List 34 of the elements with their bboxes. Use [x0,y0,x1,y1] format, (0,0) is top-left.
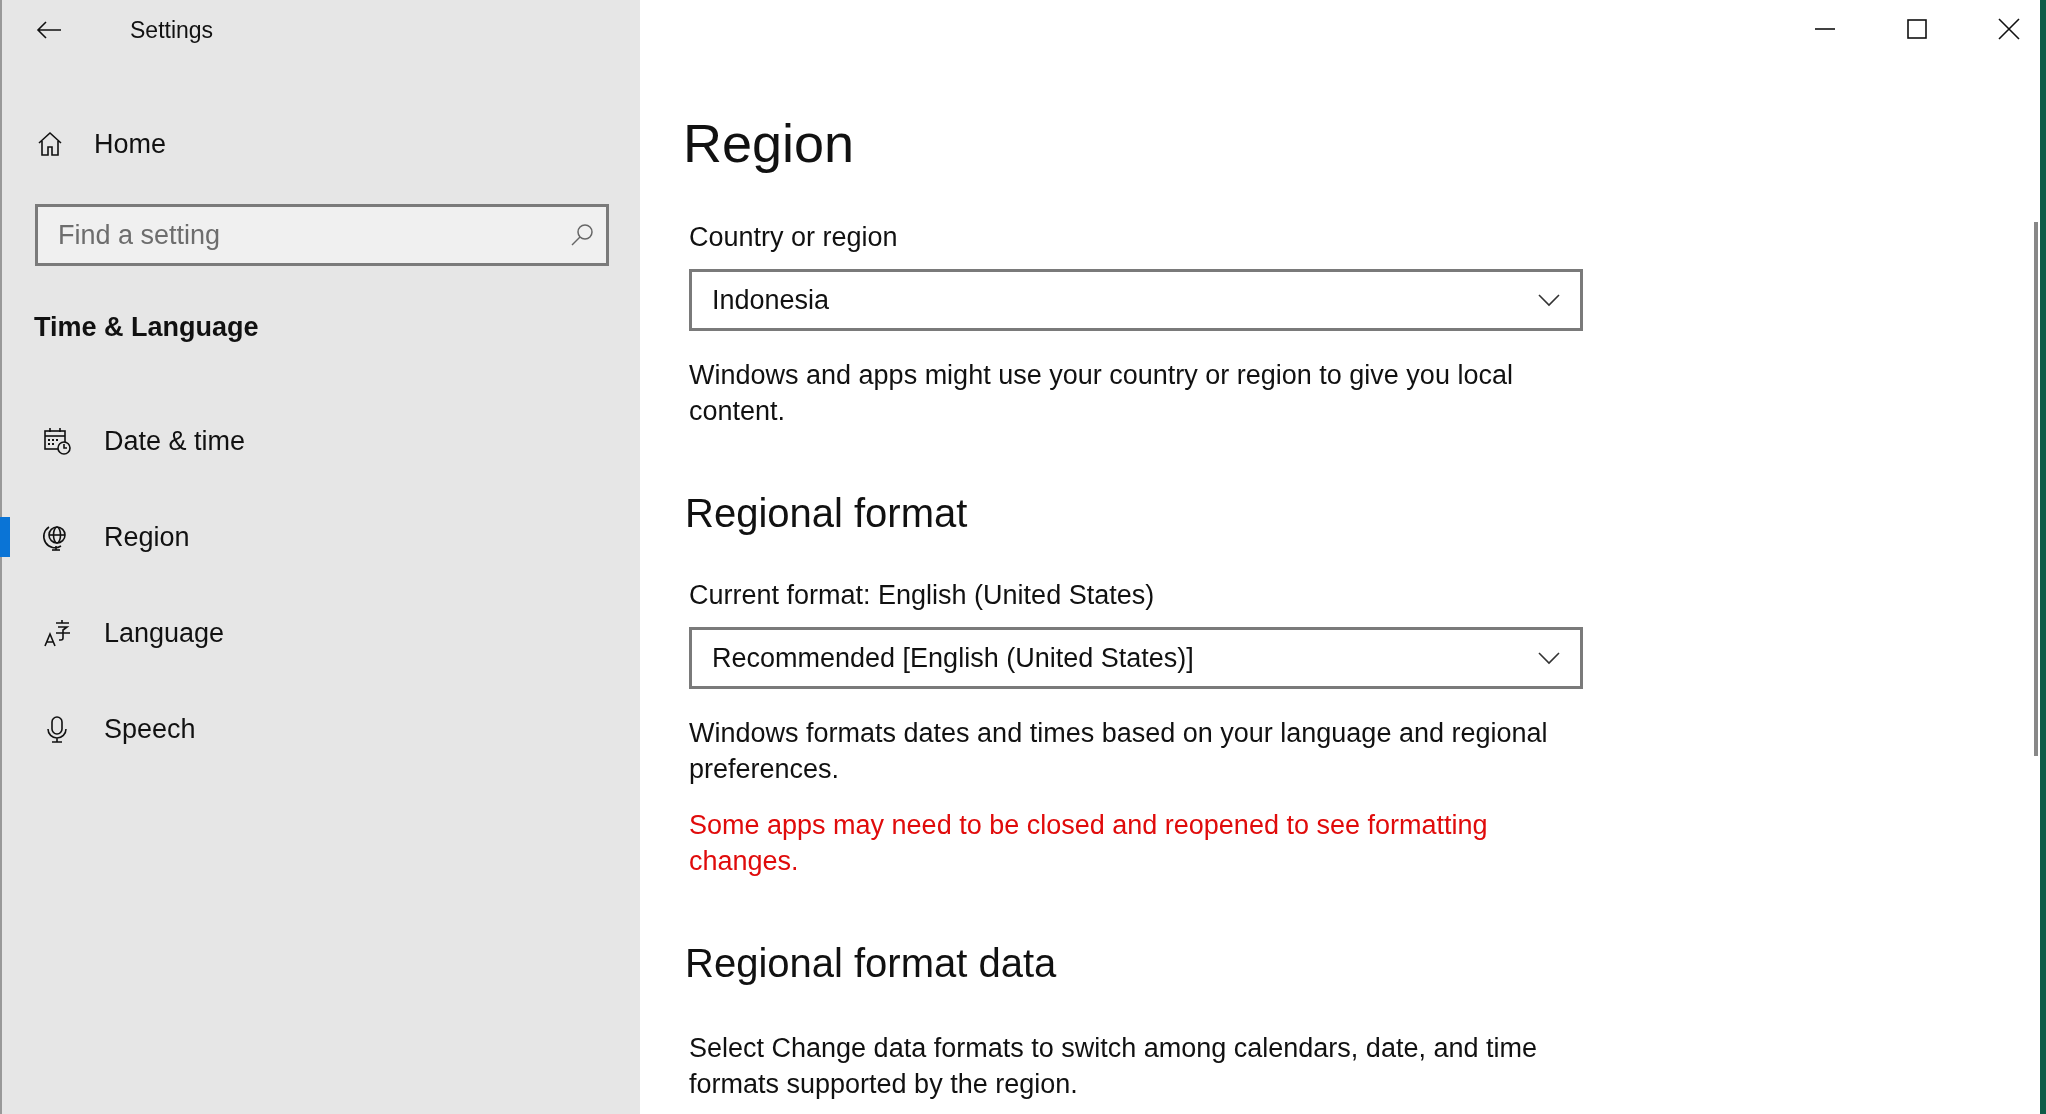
back-arrow-icon [36,20,62,40]
warning-text: Some apps may need to be closed and reopened to see formatting changes. [689,809,1489,878]
dropdown[interactable]: Indonesia [689,269,1583,331]
scrollbar[interactable] [2034,222,2038,756]
minimize-button[interactable] [1814,27,1836,31]
back-button[interactable] [36,20,62,40]
nav-item[interactable]: Region [0,517,640,557]
home-icon [36,130,64,158]
field-label: Country or region [689,222,899,253]
description-text: Windows formats dates and times based on your language and regional preferences. [689,717,1549,786]
nav-item[interactable]: Language [0,613,640,653]
section-heading: Regional format [685,491,969,536]
description-text: Select Change data formats to switch among calendars, date, and time formats supported by the region. [689,1032,1538,1101]
home-link[interactable]: Home [36,124,640,164]
close-button[interactable] [1998,18,2020,40]
maximize-button[interactable] [1906,18,1928,40]
language-icon [42,618,72,648]
nav-item[interactable]: Speech [0,709,640,749]
maximize-icon [1906,18,1928,40]
section-title: Time & Language [34,312,260,343]
search-icon [569,222,595,248]
chevron-down-icon [1538,651,1560,665]
search-field[interactable]: Find a setting [35,204,609,266]
description-text: Windows and apps might use your country or region to give you local content. [689,359,1514,428]
calendar-clock-icon [42,426,72,456]
section-heading: Regional format data [685,941,1058,986]
field-label: Current format: English (United States) [689,580,1156,611]
window-title: Settings [130,16,214,44]
page-title: Region [683,112,856,174]
chevron-down-icon [1538,293,1560,307]
minimize-icon [1814,27,1836,31]
nav-item[interactable]: Date & time [0,421,640,461]
close-icon [1998,18,2020,40]
dropdown[interactable]: Recommended [English (United States)] [689,627,1583,689]
